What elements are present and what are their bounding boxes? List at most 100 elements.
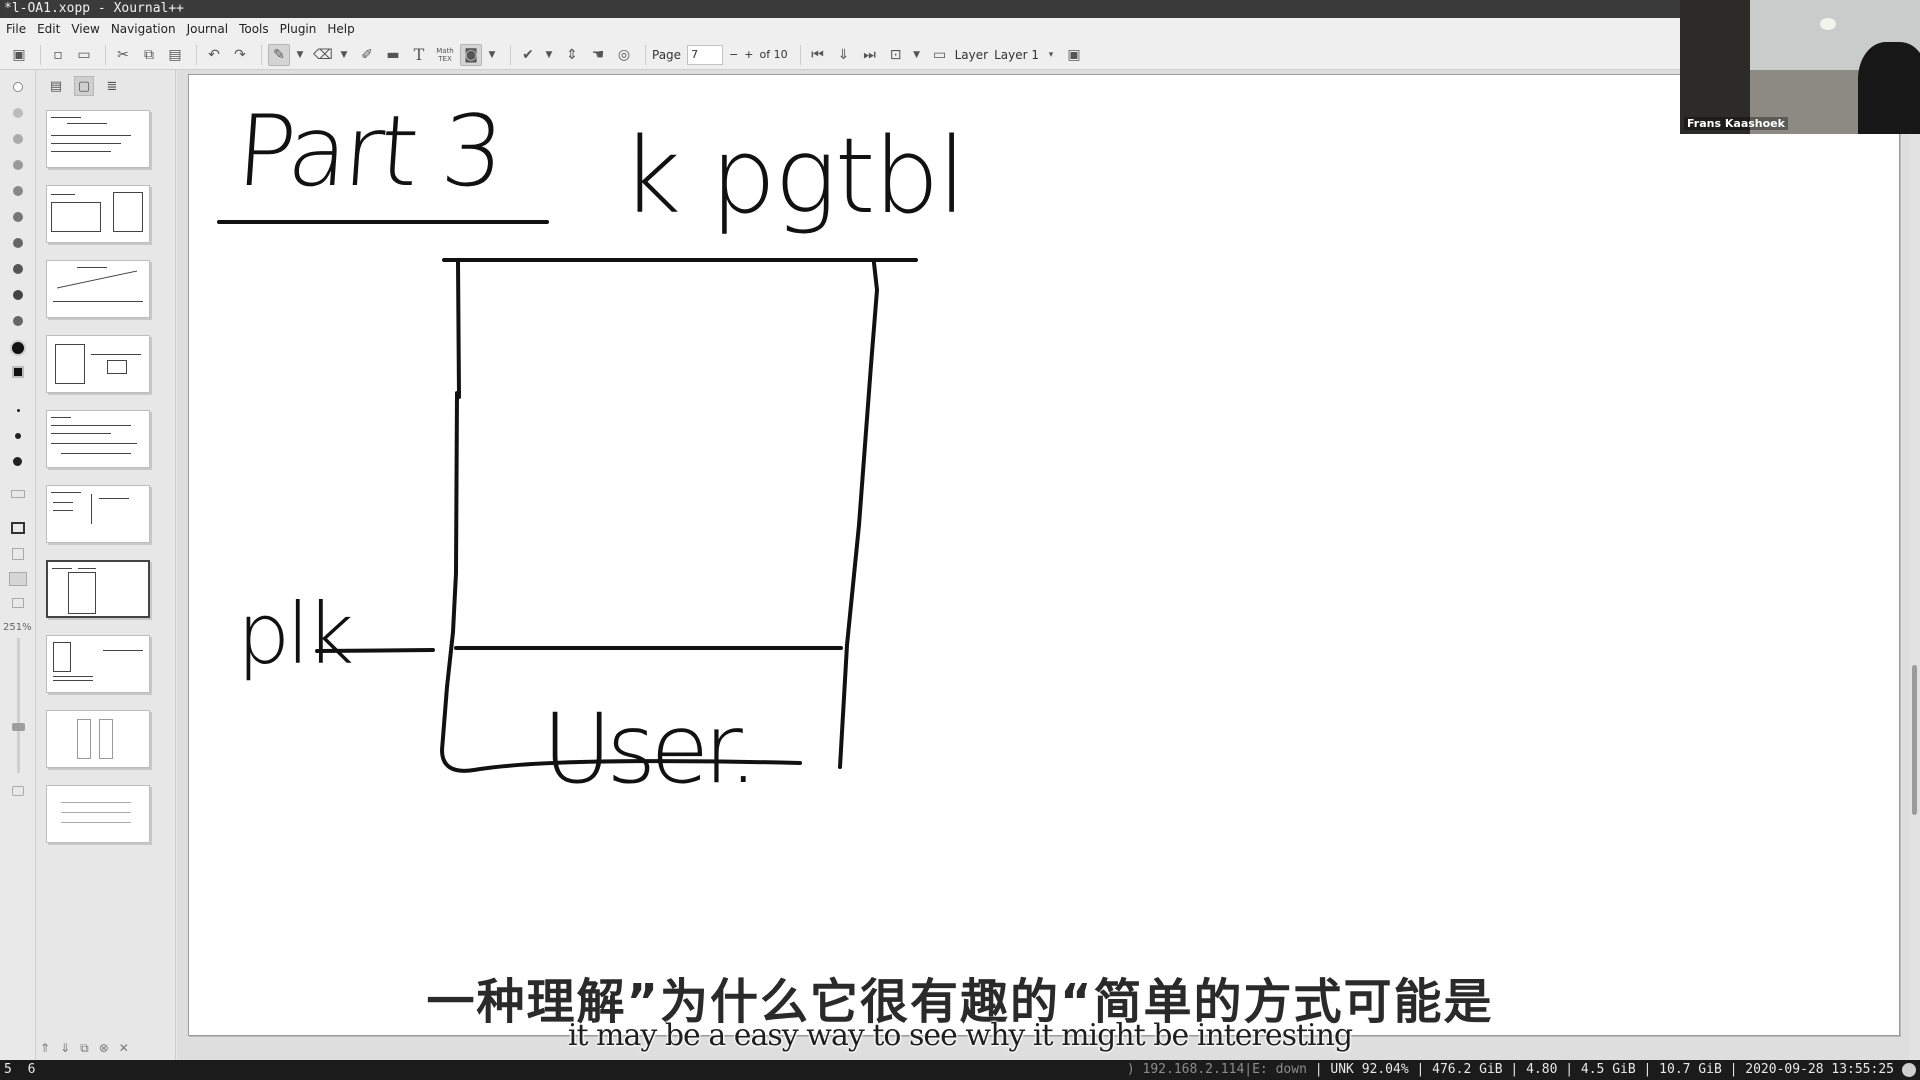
workspace-item[interactable]: 6 (28, 1062, 36, 1077)
chevron-down-icon[interactable]: ▼ (338, 50, 350, 60)
zoom-fit-icon[interactable] (12, 548, 24, 560)
layer-select[interactable]: Layer 1 (994, 48, 1039, 62)
ip-address: ) 192.168.2.114 (1126, 1062, 1245, 1077)
color-swatch[interactable] (13, 212, 23, 222)
highlighter-tool-icon[interactable]: ✐ (356, 44, 378, 66)
zoom-slider-thumb[interactable] (12, 723, 25, 731)
chevron-down-icon[interactable]: ▼ (911, 50, 923, 60)
paste-icon[interactable]: ▤ (164, 44, 186, 66)
page-thumbnail-6[interactable] (46, 485, 150, 543)
size-large-dot[interactable] (13, 457, 22, 466)
page-number-input[interactable]: 7 (687, 44, 724, 65)
color-black-swatch[interactable] (10, 340, 26, 356)
select-tool-icon[interactable]: ✔ (517, 44, 539, 66)
size-small-dot[interactable] (17, 409, 20, 412)
goto-page-icon[interactable]: ⇓ (833, 44, 855, 66)
pen-tool-icon[interactable]: ✎ (268, 43, 290, 66)
page-thumbnail-8[interactable] (46, 635, 150, 693)
load-average: 4.80 (1526, 1062, 1558, 1077)
color-white-swatch[interactable] (13, 82, 23, 92)
menu-help[interactable]: Help (327, 22, 354, 36)
size-medium-dot[interactable] (15, 433, 21, 439)
color-swatch[interactable] (13, 290, 23, 300)
page-thumbnail-4[interactable] (46, 335, 150, 393)
save-icon[interactable]: ▣ (8, 44, 30, 66)
presentation-mode-icon[interactable]: ▣ (1063, 44, 1085, 66)
color-swatch[interactable] (13, 160, 23, 170)
page-preview-sidebar: ▤ ▢ ≣ ⇑ ⇓ ⧉ ⊗ ✕ (36, 70, 176, 1060)
page-thumbnail-9[interactable] (46, 710, 150, 768)
page-decrement-button[interactable]: − (729, 48, 738, 61)
webcam-person (1858, 42, 1920, 134)
menu-edit[interactable]: Edit (37, 22, 60, 36)
toolbar-separator (196, 44, 197, 65)
scrollbar-thumb[interactable] (1912, 665, 1917, 815)
menu-navigation[interactable]: Navigation (111, 22, 176, 36)
page-thumbnail-3[interactable] (46, 260, 150, 318)
chevron-down-icon[interactable]: ▼ (486, 50, 498, 60)
tab-outline-icon[interactable]: ▤ (46, 76, 66, 96)
tab-layers-icon[interactable]: ≣ (102, 76, 122, 96)
select-rect-icon[interactable] (11, 490, 25, 498)
page-thumbnail-7[interactable] (46, 560, 150, 618)
page-increment-button[interactable]: + (744, 48, 753, 61)
vertical-scrollbar[interactable] (1909, 70, 1920, 1060)
page-thumbnail-1[interactable] (46, 110, 150, 168)
main-toolbar: ▣ ▫ ▭ ✂ ⧉ ▤ ↶ ↷ ✎ ▼ ⌫ ▼ ✐ ▬ T Math TEX ◙… (0, 40, 1920, 70)
chevron-down-icon[interactable]: ▼ (543, 50, 555, 60)
first-page-icon[interactable]: ⏮ (807, 44, 829, 66)
tab-pages-icon[interactable]: ▢ (74, 76, 94, 96)
tray-icon[interactable] (1902, 1063, 1916, 1077)
swap-usage: 10.7 GiB (1659, 1062, 1722, 1077)
undo-icon[interactable]: ↶ (203, 44, 225, 66)
text-tool-icon[interactable]: T (408, 44, 430, 66)
vertical-space-icon[interactable]: ⇕ (561, 44, 583, 66)
toolbar-separator (510, 44, 511, 65)
chevron-down-icon[interactable]: ▾ (1045, 50, 1057, 60)
layer-icon[interactable]: ▭ (929, 44, 951, 66)
last-page-icon[interactable]: ⏭ (859, 44, 881, 66)
zoom-page-icon[interactable] (9, 572, 27, 586)
fullscreen-icon[interactable]: ⊡ (885, 44, 907, 66)
color-swatch[interactable] (13, 264, 23, 274)
lock-icon[interactable] (12, 786, 24, 796)
hand-tool-icon[interactable]: ☚ (587, 44, 609, 66)
eraser-tool-icon[interactable]: ⌫ (312, 44, 334, 66)
workspace-item[interactable]: 5 (4, 1062, 12, 1077)
webcam-lamp (1820, 18, 1836, 30)
color-swatch[interactable] (13, 238, 23, 248)
toolbar-separator (40, 44, 41, 65)
menu-view[interactable]: View (71, 22, 99, 36)
menu-journal[interactable]: Journal (187, 22, 229, 36)
new-page-icon[interactable]: ▫ (47, 44, 69, 66)
document-page[interactable]: Part 3 k pgtbl plk User. (188, 74, 1900, 1036)
color-swatch[interactable] (13, 134, 23, 144)
color-swatch[interactable] (13, 108, 23, 118)
monitor-icon[interactable] (11, 522, 25, 534)
latex-tool-icon[interactable]: Math TEX (434, 44, 456, 66)
menu-tools[interactable]: Tools (239, 22, 269, 36)
copy-icon[interactable]: ⧉ (138, 44, 160, 66)
handwritten-diagram (217, 220, 918, 773)
cut-icon[interactable]: ✂ (112, 44, 134, 66)
color-swatch[interactable] (13, 186, 23, 196)
shape-tool-icon[interactable]: ▬ (382, 44, 404, 66)
color-swatch[interactable] (13, 316, 23, 326)
open-folder-icon[interactable]: ▭ (73, 44, 95, 66)
image-tool-icon[interactable]: ◙ (460, 43, 482, 66)
audio-record-icon[interactable]: ◎ (613, 44, 635, 66)
page-thumbnail-2[interactable] (46, 185, 150, 243)
redo-icon[interactable]: ↷ (229, 44, 251, 66)
page-thumbnail-5[interactable] (46, 410, 150, 468)
menu-file[interactable]: File (6, 22, 26, 36)
page-thumbnail-10[interactable] (46, 785, 150, 843)
memory-usage: 4.5 GiB (1580, 1062, 1636, 1077)
fill-swatch[interactable] (12, 366, 24, 378)
window-title-bar: *l-OA1.xopp - Xournal++ (0, 0, 1920, 18)
kpagetable-text: k pgtbl (621, 115, 966, 237)
zoom-width-icon[interactable] (12, 598, 24, 608)
zoom-slider[interactable] (12, 638, 25, 773)
menu-plugin[interactable]: Plugin (280, 22, 317, 36)
layer-label: Layer (954, 47, 989, 62)
chevron-down-icon[interactable]: ▼ (294, 50, 306, 60)
